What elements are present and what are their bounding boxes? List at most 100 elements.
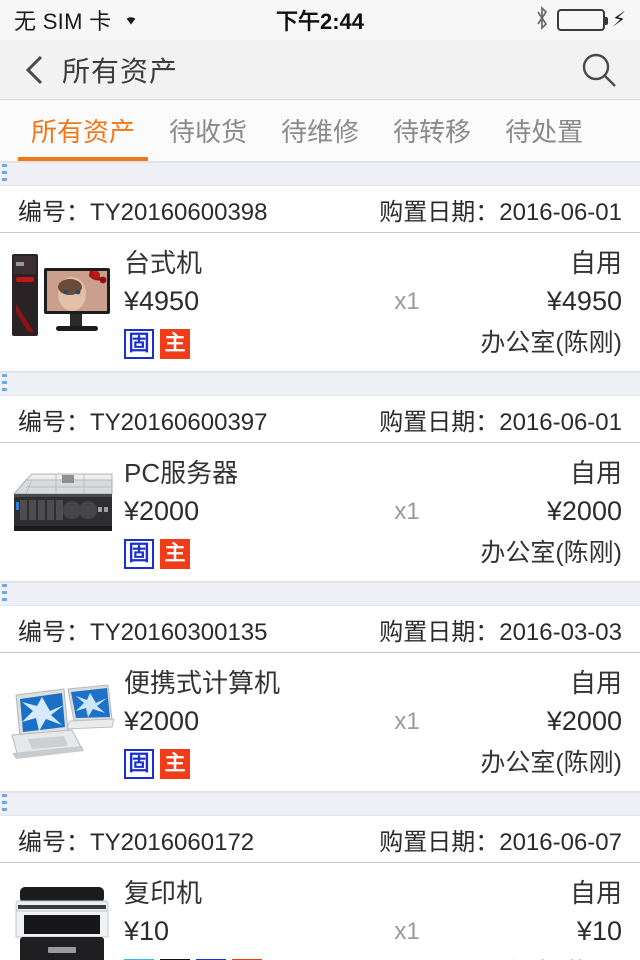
rack-server-thumbnail <box>8 453 116 557</box>
asset-purchase-date: 购置日期：2016-06-07 <box>379 828 622 856</box>
asset-card-header: 编号：TY20160600398 购置日期：2016-06-01 <box>0 186 640 233</box>
asset-quantity: x1 <box>394 917 420 945</box>
asset-name: 便携式计算机 <box>124 668 281 698</box>
asset-usage: 自用 <box>569 458 622 488</box>
asset-price-row: ¥10 x1 ¥10 <box>124 916 622 947</box>
asset-total-price: ¥2000 <box>546 496 622 526</box>
asset-badge-row: 固 主 办公室(陈刚) <box>124 743 622 779</box>
asset-unit-price: ¥10 <box>124 916 170 946</box>
badge-main: 主 <box>160 539 190 569</box>
status-bar-right: ⚡ <box>534 5 626 36</box>
asset-card[interactable]: 编号：TY2016060172 购置日期：2016-06-07 复印机 自用 ¥… <box>0 816 640 960</box>
tab-label: 待转移 <box>393 117 472 147</box>
asset-price-row: ¥2000 x1 ¥2000 <box>124 496 622 527</box>
asset-card-header: 编号：TY20160300135 购置日期：2016-03-03 <box>0 606 640 653</box>
asset-total-price: ¥2000 <box>546 706 622 736</box>
printer-thumbnail <box>8 873 116 960</box>
asset-purchase-date: 购置日期：2016-06-01 <box>379 408 622 436</box>
asset-price-row: ¥4950 x1 ¥4950 <box>124 286 622 317</box>
asset-quantity: x1 <box>394 707 420 735</box>
asset-card[interactable]: 编号：TY20160300135 购置日期：2016-03-03 便携式计算机 … <box>0 606 640 792</box>
asset-title-row: PC服务器 自用 <box>124 453 622 490</box>
asset-badge-row: 固 主 办公室(陈刚) <box>124 533 622 569</box>
asset-title-row: 台式机 自用 <box>124 243 622 280</box>
page-title: 所有资产 <box>62 55 179 87</box>
asset-usage: 自用 <box>569 878 622 908</box>
asset-location: 主任室(黄石) <box>480 953 622 960</box>
asset-card-body[interactable]: 台式机 自用 ¥4950 x1 ¥4950 固 主 办公室(陈刚) <box>0 233 640 372</box>
asset-info: 复印机 自用 ¥10 x1 ¥10 记 账 固 主 <box>124 873 622 960</box>
asset-card[interactable]: 编号：TY20160600398 购置日期：2016-06-01 台式机 自用 … <box>0 186 640 372</box>
list-separator <box>0 162 640 186</box>
asset-name: PC服务器 <box>124 458 239 488</box>
laptop-thumbnail <box>8 663 116 767</box>
asset-total-price: ¥4950 <box>546 286 622 316</box>
wifi-icon <box>118 7 144 33</box>
battery-icon <box>556 9 608 31</box>
asset-title-row: 复印机 自用 <box>124 873 622 910</box>
asset-code: 编号：TY2016060172 <box>18 828 255 856</box>
asset-info: PC服务器 自用 ¥2000 x1 ¥2000 固 主 办公室(陈刚) <box>124 453 622 569</box>
bluetooth-icon <box>534 5 550 36</box>
asset-card[interactable]: 编号：TY20160600397 购置日期：2016-06-01 PC服务器 自… <box>0 396 640 582</box>
asset-name: 台式机 <box>124 248 203 278</box>
list-separator <box>0 792 640 816</box>
asset-quantity: x1 <box>394 497 420 525</box>
asset-location: 办公室(陈刚) <box>480 329 622 357</box>
tab-label: 待收货 <box>169 117 248 147</box>
asset-name: 复印机 <box>124 878 203 908</box>
asset-purchase-date: 购置日期：2016-06-01 <box>379 198 622 226</box>
asset-code: 编号：TY20160300135 <box>18 618 268 646</box>
asset-card-header: 编号：TY2016060172 购置日期：2016-06-07 <box>0 816 640 863</box>
asset-card-body[interactable]: PC服务器 自用 ¥2000 x1 ¥2000 固 主 办公室(陈刚) <box>0 443 640 582</box>
badge-fixed-asset: 固 <box>124 749 154 779</box>
asset-badge-row: 记 账 固 主 主任室(黄石) <box>124 953 622 960</box>
asset-info: 台式机 自用 ¥4950 x1 ¥4950 固 主 办公室(陈刚) <box>124 243 622 359</box>
asset-unit-price: ¥4950 <box>124 286 200 316</box>
app-screen: 无 SIM 卡 下午2:44 ⚡ 所有资产 所有资产 待收货 待维修 待转移 待… <box>0 0 640 960</box>
badge-main: 主 <box>160 749 190 779</box>
status-bar-left: 无 SIM 卡 <box>14 4 144 36</box>
asset-card-body[interactable]: 便携式计算机 自用 ¥2000 x1 ¥2000 固 主 办公室(陈刚) <box>0 653 640 792</box>
list-separator <box>0 372 640 396</box>
asset-usage: 自用 <box>569 668 622 698</box>
navigation-bar: 所有资产 <box>0 40 640 100</box>
asset-code: 编号：TY20160600398 <box>18 198 268 226</box>
tab-pending-repair[interactable]: 待维修 <box>264 100 376 161</box>
asset-total-price: ¥10 <box>576 916 622 946</box>
asset-card-header: 编号：TY20160600397 购置日期：2016-06-01 <box>0 396 640 443</box>
status-bar: 无 SIM 卡 下午2:44 ⚡ <box>0 0 640 40</box>
badge-fixed-asset: 固 <box>124 539 154 569</box>
asset-unit-price: ¥2000 <box>124 496 200 526</box>
asset-badges: 固 主 <box>124 329 190 359</box>
tab-label: 待处置 <box>505 117 584 147</box>
asset-badges: 固 主 <box>124 749 190 779</box>
asset-price-row: ¥2000 x1 ¥2000 <box>124 706 622 737</box>
asset-unit-price: ¥2000 <box>124 706 200 736</box>
carrier-label: 无 SIM 卡 <box>14 9 112 34</box>
badge-fixed-asset: 固 <box>124 329 154 359</box>
tab-pending-receipt[interactable]: 待收货 <box>152 100 264 161</box>
tab-bar[interactable]: 所有资产 待收货 待维修 待转移 待处置 <box>0 100 640 162</box>
asset-list[interactable]: 编号：TY20160600398 购置日期：2016-06-01 台式机 自用 … <box>0 162 640 960</box>
asset-badge-row: 固 主 办公室(陈刚) <box>124 323 622 359</box>
search-icon[interactable] <box>580 51 618 89</box>
asset-badges: 固 主 <box>124 539 190 569</box>
tab-label: 所有资产 <box>31 117 136 147</box>
tab-pending-transfer[interactable]: 待转移 <box>376 100 488 161</box>
asset-location: 办公室(陈刚) <box>480 539 622 567</box>
asset-purchase-date: 购置日期：2016-03-03 <box>379 618 622 646</box>
asset-title-row: 便携式计算机 自用 <box>124 663 622 700</box>
back-button[interactable] <box>22 53 48 87</box>
asset-quantity: x1 <box>394 287 420 315</box>
list-separator <box>0 582 640 606</box>
asset-usage: 自用 <box>569 248 622 278</box>
badge-main: 主 <box>160 329 190 359</box>
asset-card-body[interactable]: 复印机 自用 ¥10 x1 ¥10 记 账 固 主 <box>0 863 640 960</box>
asset-code: 编号：TY20160600397 <box>18 408 268 436</box>
tab-label: 待维修 <box>281 117 360 147</box>
tab-pending-disposal[interactable]: 待处置 <box>488 100 600 161</box>
asset-location: 办公室(陈刚) <box>480 749 622 777</box>
desktop-pc-thumbnail <box>8 243 116 347</box>
tab-all-assets[interactable]: 所有资产 <box>14 100 152 161</box>
